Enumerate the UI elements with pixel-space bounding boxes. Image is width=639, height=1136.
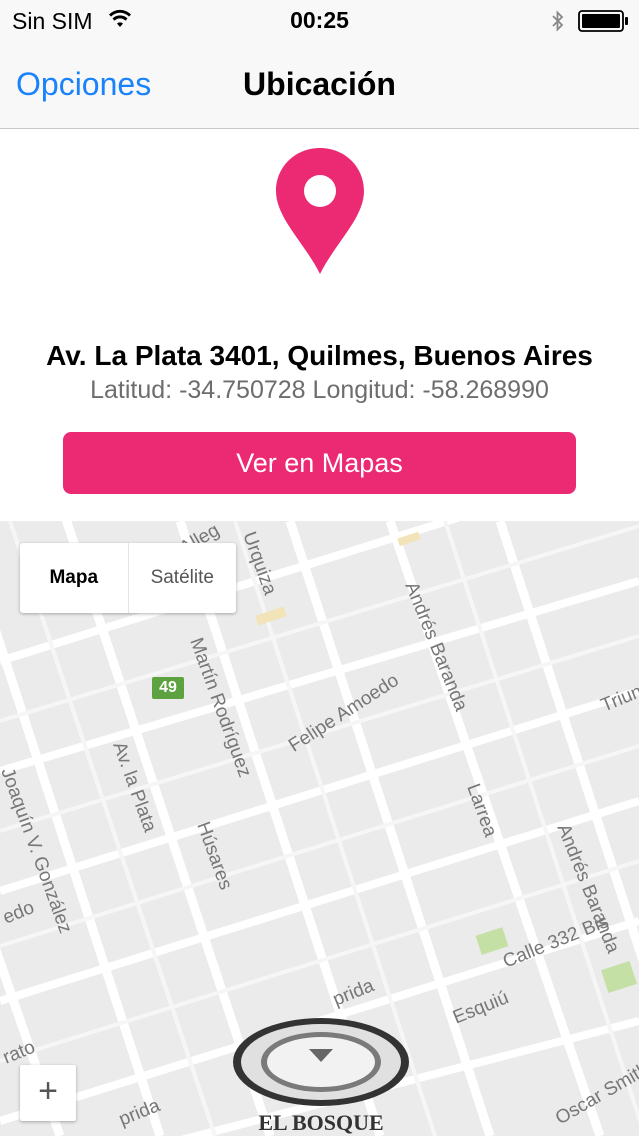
el-bosque-logo: EL BOSQUE [233, 1018, 409, 1135]
route-49-badge: 49 [152, 677, 184, 699]
battery-icon [578, 10, 628, 32]
navigation-bar: Opciones Ubicación [0, 40, 639, 129]
clock: 00:25 [290, 7, 349, 33]
map-type-satellite-button[interactable]: Satélite [129, 543, 237, 613]
bluetooth-icon [552, 10, 564, 32]
zoom-in-button[interactable]: + [20, 1065, 76, 1121]
address-text: Av. La Plata 3401, Quilmes, Buenos Aires [46, 340, 593, 371]
longitude-value: -58.268990 [422, 376, 549, 404]
map-view[interactable]: Urquiza Andrés Baranda Martín Rodríguez … [0, 521, 639, 1136]
open-in-maps-button[interactable]: Ver en Mapas [63, 432, 576, 494]
logo-text: EL BOSQUE [258, 1110, 383, 1135]
status-bar: Sin SIM 00:25 [0, 0, 639, 40]
map-type-switcher: Mapa Satélite [20, 543, 236, 613]
page-title: Ubicación [243, 66, 396, 102]
map-type-map-button[interactable]: Mapa [20, 543, 129, 613]
latitude-value: -34.750728 [179, 376, 306, 404]
location-pin-icon [276, 148, 364, 274]
coordinates-text: Latitud: -34.750728 Longitud: -58.268990 [0, 376, 639, 405]
longitude-label: Longitud: [312, 376, 416, 404]
latitude-label: Latitud: [90, 376, 173, 404]
